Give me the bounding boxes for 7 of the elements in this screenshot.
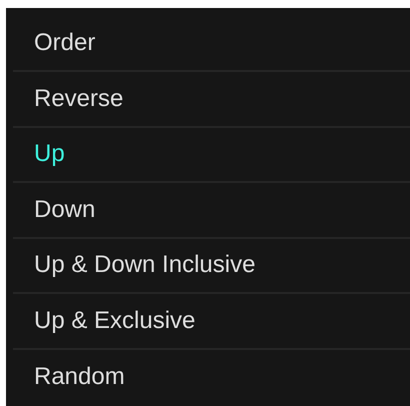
menu-item[interactable]: Down bbox=[34, 194, 96, 225]
menu-item[interactable]: Order bbox=[34, 28, 96, 58]
menu-item[interactable]: Up & Down Inclusive bbox=[34, 250, 256, 280]
menu-item[interactable]: Up bbox=[34, 139, 65, 170]
menu-item[interactable]: Random bbox=[34, 362, 125, 392]
menu-item[interactable]: Reverse bbox=[34, 84, 124, 114]
menu-item[interactable]: Up & Exclusive bbox=[34, 306, 196, 336]
